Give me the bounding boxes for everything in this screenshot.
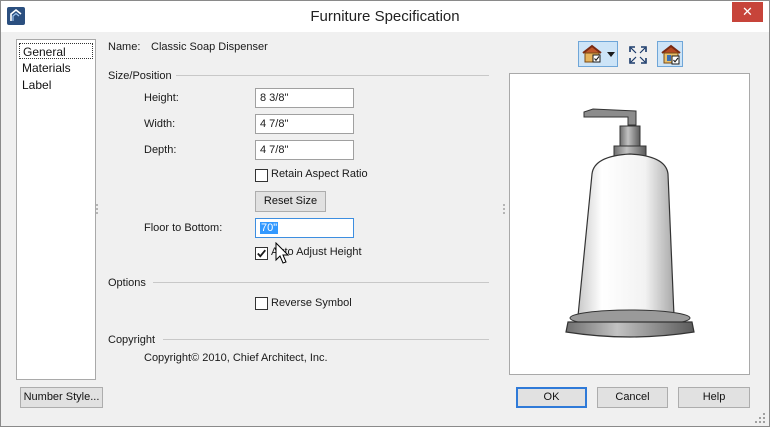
render-view-button[interactable] — [578, 41, 618, 67]
mouse-pointer-icon — [275, 242, 290, 264]
floor-to-bottom-value: 70" — [260, 222, 279, 234]
size-position-divider — [176, 75, 489, 76]
cancel-button[interactable]: Cancel — [597, 387, 668, 408]
soap-dispenser-preview-image — [565, 108, 695, 338]
copyright-text: Copyright© 2010, Chief Architect, Inc. — [144, 352, 328, 364]
checkmark-icon — [257, 249, 266, 258]
name-value: Classic Soap Dispenser — [151, 41, 268, 53]
height-input[interactable]: 8 3/8" — [255, 88, 354, 108]
width-label: Width: — [144, 118, 176, 130]
floor-to-bottom-label: Floor to Bottom: — [144, 222, 223, 234]
title-bar[interactable]: Furniture Specification ✕ — [1, 1, 769, 32]
tab-label[interactable]: Label — [19, 77, 93, 93]
depth-label: Depth: — [144, 144, 177, 156]
reverse-symbol-checkbox[interactable] — [255, 297, 268, 310]
preview-pane[interactable] — [509, 73, 750, 375]
display-options-button[interactable] — [657, 41, 683, 67]
copyright-title: Copyright — [108, 334, 156, 346]
depth-input[interactable]: 4 7/8" — [255, 140, 354, 160]
window-title: Furniture Specification — [310, 8, 460, 25]
display-options-icon — [661, 44, 681, 65]
resize-grip-icon[interactable] — [753, 411, 767, 425]
tab-list: General Materials Label — [16, 39, 96, 380]
right-splitter-grip[interactable] — [503, 204, 505, 216]
size-position-title: Size/Position — [108, 70, 172, 82]
reverse-symbol-label: Reverse Symbol — [271, 297, 352, 309]
left-splitter-grip[interactable] — [96, 204, 98, 216]
chevron-down-icon — [607, 52, 615, 57]
options-divider — [153, 282, 489, 283]
auto-adjust-height-checkbox[interactable] — [255, 247, 268, 260]
name-label: Name: — [108, 41, 141, 53]
fill-window-button[interactable] — [625, 41, 649, 67]
render-view-icon — [582, 44, 602, 63]
number-style-button[interactable]: Number Style... — [20, 387, 103, 408]
ok-button[interactable]: OK — [516, 387, 587, 408]
tab-general[interactable]: General — [19, 43, 93, 59]
dialog-window: Furniture Specification ✕ General Materi… — [0, 0, 770, 427]
help-button[interactable]: Help — [678, 387, 750, 408]
tab-materials[interactable]: Materials — [19, 60, 93, 76]
width-input[interactable]: 4 7/8" — [255, 114, 354, 134]
height-label: Height: — [144, 92, 179, 104]
floor-to-bottom-input[interactable]: 70" — [255, 218, 354, 238]
retain-aspect-ratio-checkbox[interactable] — [255, 169, 268, 182]
fill-window-icon — [629, 46, 647, 64]
reset-size-button[interactable]: Reset Size — [255, 191, 326, 212]
retain-aspect-ratio-label: Retain Aspect Ratio — [271, 168, 368, 180]
copyright-divider — [163, 339, 489, 340]
options-title: Options — [108, 277, 146, 289]
close-button[interactable]: ✕ — [732, 2, 763, 22]
